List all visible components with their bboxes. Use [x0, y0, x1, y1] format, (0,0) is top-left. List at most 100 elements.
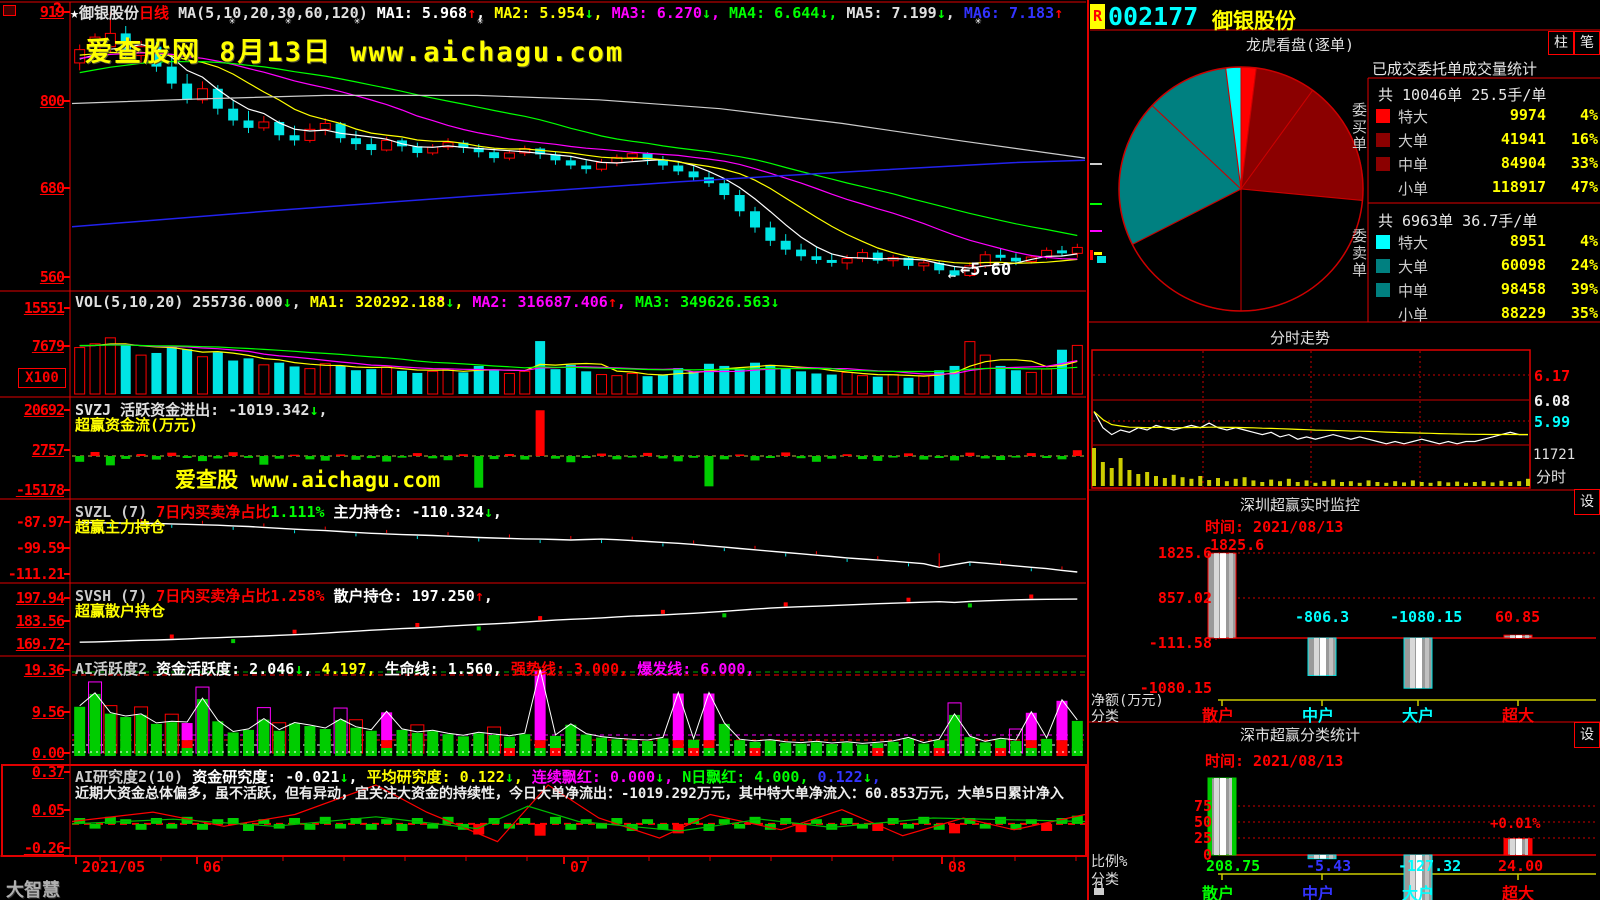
classify-axis-class: 分类: [1091, 869, 1119, 889]
timeline-label[interactable]: 2021/05: [82, 858, 145, 876]
stock-code: 002177: [1108, 2, 1198, 31]
r-badge: R: [1090, 4, 1105, 29]
row-pct: 47%: [1546, 178, 1598, 196]
axis-label: 919: [0, 3, 64, 21]
monitor-category: 散户: [1202, 702, 1234, 726]
row-pct: 16%: [1546, 130, 1598, 148]
trading-terminal: { "app": { "corner_help": "?", "watermar…: [0, 0, 1600, 900]
svzl-header2: 超赢主力持仓: [75, 516, 165, 537]
row-name: 大单: [1398, 130, 1428, 151]
axis-label: -0.26: [0, 839, 64, 857]
axis-label: 169.72: [0, 635, 64, 653]
fenshi-vol-label: 11721: [1533, 447, 1575, 463]
sell-summary: 共 6963单 36.7手/单: [1378, 210, 1537, 231]
monitor-title: 深圳超赢实时监控: [1160, 494, 1440, 515]
classify-y-label: 25: [1170, 829, 1212, 847]
fenshi-title: 分时走势: [1160, 327, 1440, 348]
classify-value-label: 208.75: [1206, 857, 1260, 875]
monitor-value-label: 60.85: [1495, 608, 1540, 626]
svsh-header2: 超赢散户持仓: [75, 600, 165, 621]
axis-label: -15178: [0, 481, 64, 499]
monitor-category: 中户: [1302, 702, 1334, 726]
svzj-header2: 超赢资金流(万元): [75, 414, 198, 435]
axis-label: -99.59: [0, 539, 64, 557]
order-stat-row: 大单 41941 16%: [1376, 130, 1598, 152]
axis-label: 15551: [0, 299, 64, 317]
classify-settings-button[interactable]: 设: [1574, 722, 1600, 748]
monitor-category: 超大: [1502, 702, 1534, 726]
vol-header: VOL(5,10,20) 255736.000↓, MA1: 320292.18…: [75, 293, 779, 311]
classify-axis-unit: 比例%: [1091, 851, 1127, 871]
monitor-settings-button[interactable]: 设: [1574, 489, 1600, 515]
axis-label: 9.56: [0, 703, 64, 721]
swatch: [1376, 133, 1390, 147]
row-name: 特大: [1398, 232, 1428, 253]
axis-label: 680: [0, 179, 64, 197]
watermark-svzj: 爱查股 www.aichagu.com: [175, 464, 440, 494]
timeline-label[interactable]: 08: [948, 858, 966, 876]
order-stat-row: 大单 60098 24%: [1376, 256, 1598, 278]
axis-label: 197.94: [0, 589, 64, 607]
fenshi-price-label: 5.99: [1534, 413, 1570, 431]
classify-category: 超大: [1502, 880, 1534, 900]
tab-column[interactable]: 柱: [1548, 31, 1574, 55]
row-name: 大单: [1398, 256, 1428, 277]
axis-label: 0.05: [0, 801, 64, 819]
row-pct: 24%: [1546, 256, 1598, 274]
monitor-value-label: 1825.6: [1210, 536, 1264, 554]
order-stat-row: 特大 8951 4%: [1376, 232, 1598, 254]
row-pct: 33%: [1546, 154, 1598, 172]
swatch: [1376, 259, 1390, 273]
swatch: [1376, 235, 1390, 249]
timeline-label[interactable]: 07: [570, 858, 588, 876]
swatch: [1376, 283, 1390, 297]
row-name: 小单: [1398, 304, 1428, 325]
row-pct: 4%: [1546, 106, 1598, 124]
row-value: 9974: [1436, 106, 1546, 124]
stock-name: 御银股份: [1212, 5, 1296, 35]
axis-label: 19.36: [0, 661, 64, 679]
swatch: [1376, 109, 1390, 123]
axis-label: 2757: [0, 441, 64, 459]
row-value: 41941: [1436, 130, 1546, 148]
order-stat-row: 中单 84904 33%: [1376, 154, 1598, 176]
classify-title: 深市超赢分类统计: [1160, 724, 1440, 745]
brand-label: 大智慧: [6, 876, 60, 900]
axis-label: 20692: [0, 401, 64, 419]
timeline-label[interactable]: 06: [203, 858, 221, 876]
monitor-category: 大户: [1402, 702, 1434, 726]
swatch: [1376, 157, 1390, 171]
monitor-axis-class: 分类: [1091, 706, 1119, 726]
row-name: 小单: [1398, 178, 1428, 199]
watermark-main: 爱查股网 8月13日 www.aichagu.com: [85, 30, 624, 69]
low-price-marker: ←5.60: [960, 260, 1011, 280]
kline-header: ★御银股份日线 MA(5,10,20,30,60,120) MA1: 5.968…: [70, 2, 1063, 23]
axis-label: -111.21: [0, 565, 64, 583]
axis-label: 183.56: [0, 612, 64, 630]
fenshi-tag: 分时: [1536, 466, 1566, 487]
stats-title: 已成交委托单成交量统计: [1372, 58, 1537, 79]
order-stat-row: 小单 118917 47%: [1376, 178, 1598, 200]
monitor-y-label: 857.02: [1130, 589, 1212, 607]
buy-summary: 共 10046单 25.5手/单: [1378, 84, 1546, 105]
classify-time: 时间: 2021/08/13: [1205, 750, 1343, 771]
classify-value-label: -127.32: [1398, 857, 1461, 875]
monitor-time: 时间: 2021/08/13: [1205, 516, 1343, 537]
svg-text:←: ←: [948, 268, 956, 284]
row-value: 98458: [1436, 280, 1546, 298]
row-value: 88229: [1436, 304, 1546, 322]
classify-category: 散户: [1202, 880, 1234, 900]
row-name: 中单: [1398, 280, 1428, 301]
ai1-header: AI活跃度2 资金活跃度: 2.046↓, 4.197, 生命线: 1.560,…: [75, 658, 754, 679]
row-name: 中单: [1398, 154, 1428, 175]
monitor-y-label: 1825.6: [1130, 544, 1212, 562]
row-pct: 35%: [1546, 304, 1598, 322]
row-value: 60098: [1436, 256, 1546, 274]
tab-stroke[interactable]: 笔: [1574, 31, 1600, 55]
row-value: 84904: [1436, 154, 1546, 172]
fenshi-price-label: 6.08: [1534, 392, 1570, 410]
monitor-value-label: -806.3: [1295, 608, 1349, 626]
monitor-value-label: -1080.15: [1390, 608, 1462, 626]
classify-category: 中户: [1302, 880, 1334, 900]
axis-label: 560: [0, 268, 64, 286]
